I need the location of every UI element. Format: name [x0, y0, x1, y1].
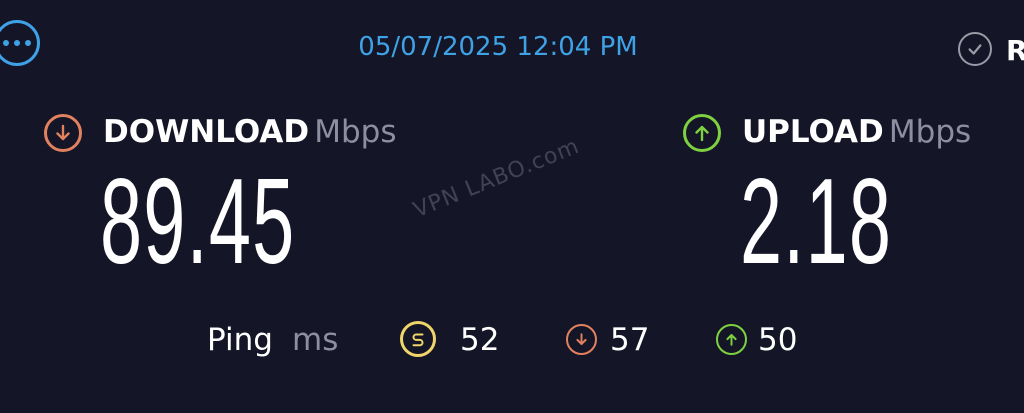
- check-circle-icon[interactable]: [958, 32, 992, 66]
- watermark: VPN LABO.com: [410, 133, 584, 224]
- download-label: DOWNLOAD: [103, 114, 310, 150]
- ping-unit: ms: [292, 322, 339, 358]
- upload-speed-value: 2.18: [740, 153, 893, 289]
- test-timestamp: 05/07/2025 12:04 PM: [358, 32, 638, 62]
- download-speed-value: 89.45: [100, 153, 296, 289]
- arrow-down-circle-icon: [44, 114, 82, 152]
- ping-download-value: 57: [610, 322, 650, 358]
- upload-latency-icon: [716, 324, 747, 355]
- upload-unit: Mbps: [888, 114, 972, 150]
- idle-latency-icon: [400, 321, 436, 357]
- download-header: DOWNLOAD Mbps: [103, 114, 396, 150]
- download-unit: Mbps: [314, 114, 397, 150]
- arrow-up-circle-icon: [683, 114, 721, 152]
- ping-upload-value: 50: [758, 322, 798, 358]
- download-latency-icon: [566, 324, 597, 355]
- ping-label: Ping: [207, 322, 273, 358]
- upload-header: UPLOAD Mbps: [742, 114, 971, 150]
- ping-idle-value: 52: [460, 322, 500, 358]
- upload-label: UPLOAD: [742, 114, 884, 150]
- results-link[interactable]: R: [1006, 34, 1024, 67]
- ping-header: Ping ms: [207, 322, 338, 358]
